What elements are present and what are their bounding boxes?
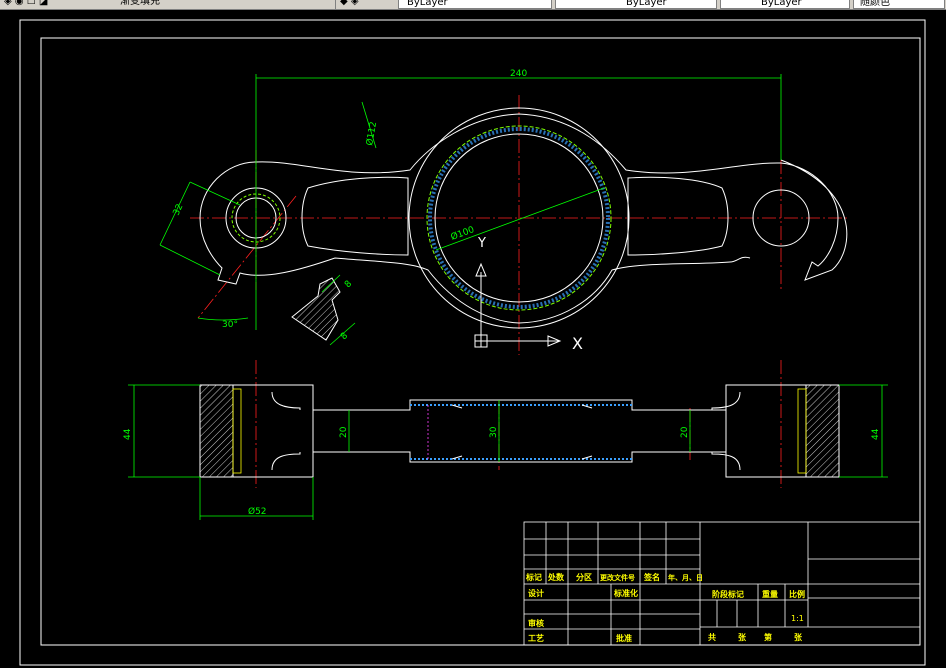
title-block [523,521,921,646]
dim-side-right-width: 20 [680,426,690,438]
dim-side-bottom: Ø52 [248,506,267,517]
dim-overall-length: 240 [510,69,527,79]
tb-change-doc: 更改文件号 [600,573,635,582]
tb-signature: 签名 [643,572,660,582]
dim-width-left: 32 [172,203,186,218]
lineweight-dropdown[interactable]: ByLayer [720,0,850,9]
tb-review: 审核 [528,618,544,628]
top-dimensions [159,74,782,346]
tb-sheets2: 张 [794,633,803,642]
dim-angle: 30° [222,320,238,330]
tb-scale: 比例 [789,589,805,599]
side-dimension-texts: 44 44 20 30 20 Ø52 [123,426,881,517]
tb-weight: 重量 [762,589,778,599]
layer-states-icon[interactable]: ◆ ◈ [340,0,359,8]
toolbar-item-hatch[interactable]: 渐变填充 [120,0,160,8]
tb-stage-mark: 阶段标记 [712,589,744,599]
tb-zone: 分区 [576,572,592,582]
linetype-dropdown[interactable]: ByLayer [555,0,717,9]
side-view [199,360,840,488]
dim-side-center: 30 [489,426,499,438]
dim-section-h1: 8 [343,279,354,290]
ucs-x-label: X [572,334,583,353]
tb-count: 处数 [547,572,565,582]
layer-icon[interactable]: ◈ ◉ ☐ ◪ [4,0,48,8]
tb-scale-value: 1:1 [791,614,804,623]
top-dimension-texts: 240 Ø112 Ø100 32 30° 8 8 [172,69,528,342]
cad-drawing-canvas[interactable]: 240 Ø112 Ø100 32 30° 8 8 X Y 44 44 20 30… [0,10,946,668]
tb-sheets: 张 [738,633,747,642]
tb-page: 第 [764,632,772,642]
title-block-texts: 标记 处数 分区 更改文件号 签名 年、月、日 设计 标准化 审核 工艺 批准 … [525,572,805,643]
dim-side-left-height: 44 [123,428,133,440]
drawing-frame [19,19,926,666]
tb-process: 工艺 [528,633,544,643]
toolbar: ◈ ◉ ☐ ◪ 渐变填充 ◆ ◈ ByLayer ByLayer ByLayer… [0,0,946,10]
tb-approve: 批准 [616,633,632,643]
dim-radius-top: Ø112 [364,121,379,147]
dim-side-left-width: 20 [339,426,349,438]
tb-date: 年、月、日 [668,573,703,582]
plotstyle-dropdown[interactable]: 随颜色 [853,0,945,9]
tb-mark: 标记 [525,572,542,582]
tb-total: 共 [708,632,716,642]
color-dropdown[interactable]: ByLayer [398,0,552,9]
tb-standardize: 标准化 [613,588,638,598]
top-view [190,95,850,355]
ucs-y-label: Y [477,236,486,251]
dim-side-right-height: 44 [871,428,881,440]
tb-design: 设计 [528,588,544,598]
